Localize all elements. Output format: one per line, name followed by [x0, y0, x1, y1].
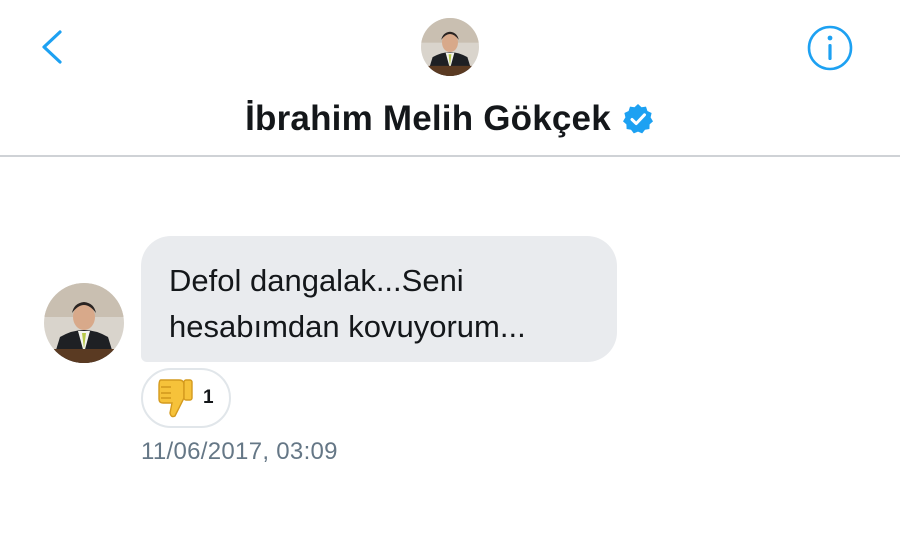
info-circle-icon	[807, 25, 853, 71]
chevron-left-icon	[42, 30, 62, 64]
reaction-count: 1	[203, 387, 214, 408]
conversation-header: İbrahim Melih Gökçek	[0, 0, 900, 156]
contact-photo	[421, 18, 479, 76]
title-row: İbrahim Melih Gökçek	[0, 94, 900, 144]
message-bubble[interactable]: Defol dangalak...Seni hesabımdan kovuyor…	[141, 236, 617, 362]
message-sender-avatar[interactable]	[44, 283, 124, 363]
header-divider	[0, 155, 900, 157]
info-button[interactable]	[806, 24, 854, 72]
thumbs-down-emoji	[158, 379, 193, 418]
sender-photo	[44, 283, 124, 363]
message-timestamp: 11/06/2017, 03:09	[141, 438, 338, 465]
reaction-pill[interactable]: 1	[141, 368, 231, 428]
contact-avatar[interactable]	[421, 18, 479, 76]
message-text: Defol dangalak...Seni hesabımdan kovuyor…	[169, 263, 526, 344]
verified-badge-icon	[622, 104, 653, 134]
back-button[interactable]	[34, 24, 74, 70]
contact-name: İbrahim Melih Gökçek	[245, 99, 611, 138]
